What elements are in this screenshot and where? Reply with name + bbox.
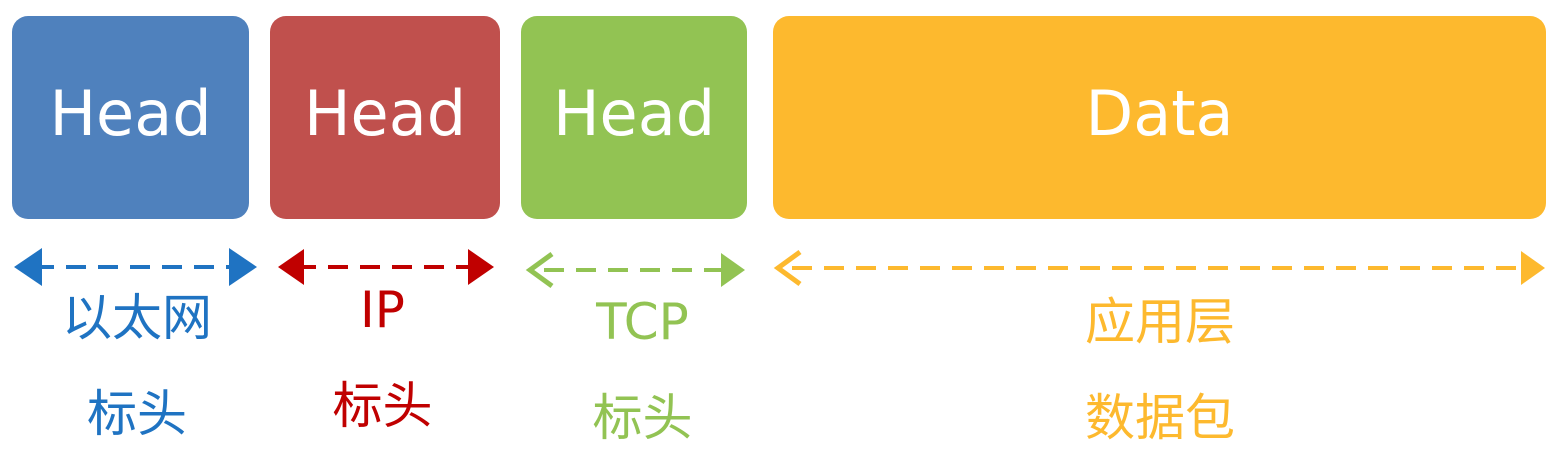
ip-header-label-line1: IP bbox=[360, 281, 405, 339]
tcp-header-label-line2: 标头 bbox=[592, 389, 693, 447]
ip-header-label-line2: 标头 bbox=[332, 377, 433, 435]
ip-header-label: IP 标头 bbox=[260, 262, 505, 454]
tcp-header-label: TCP 标头 bbox=[520, 274, 765, 466]
application-data-label: 应用层 数据包 bbox=[770, 274, 1550, 466]
ethernet-header-label-line2: 标头 bbox=[87, 385, 187, 443]
application-data-label-line2: 数据包 bbox=[1085, 389, 1235, 447]
ethernet-header-label: 以太网 标头 bbox=[12, 270, 262, 462]
ethernet-header-label-line1: 以太网 bbox=[62, 289, 212, 347]
application-data-label-line1: 应用层 bbox=[1085, 293, 1235, 351]
tcp-header-label-line1: TCP bbox=[596, 293, 689, 351]
